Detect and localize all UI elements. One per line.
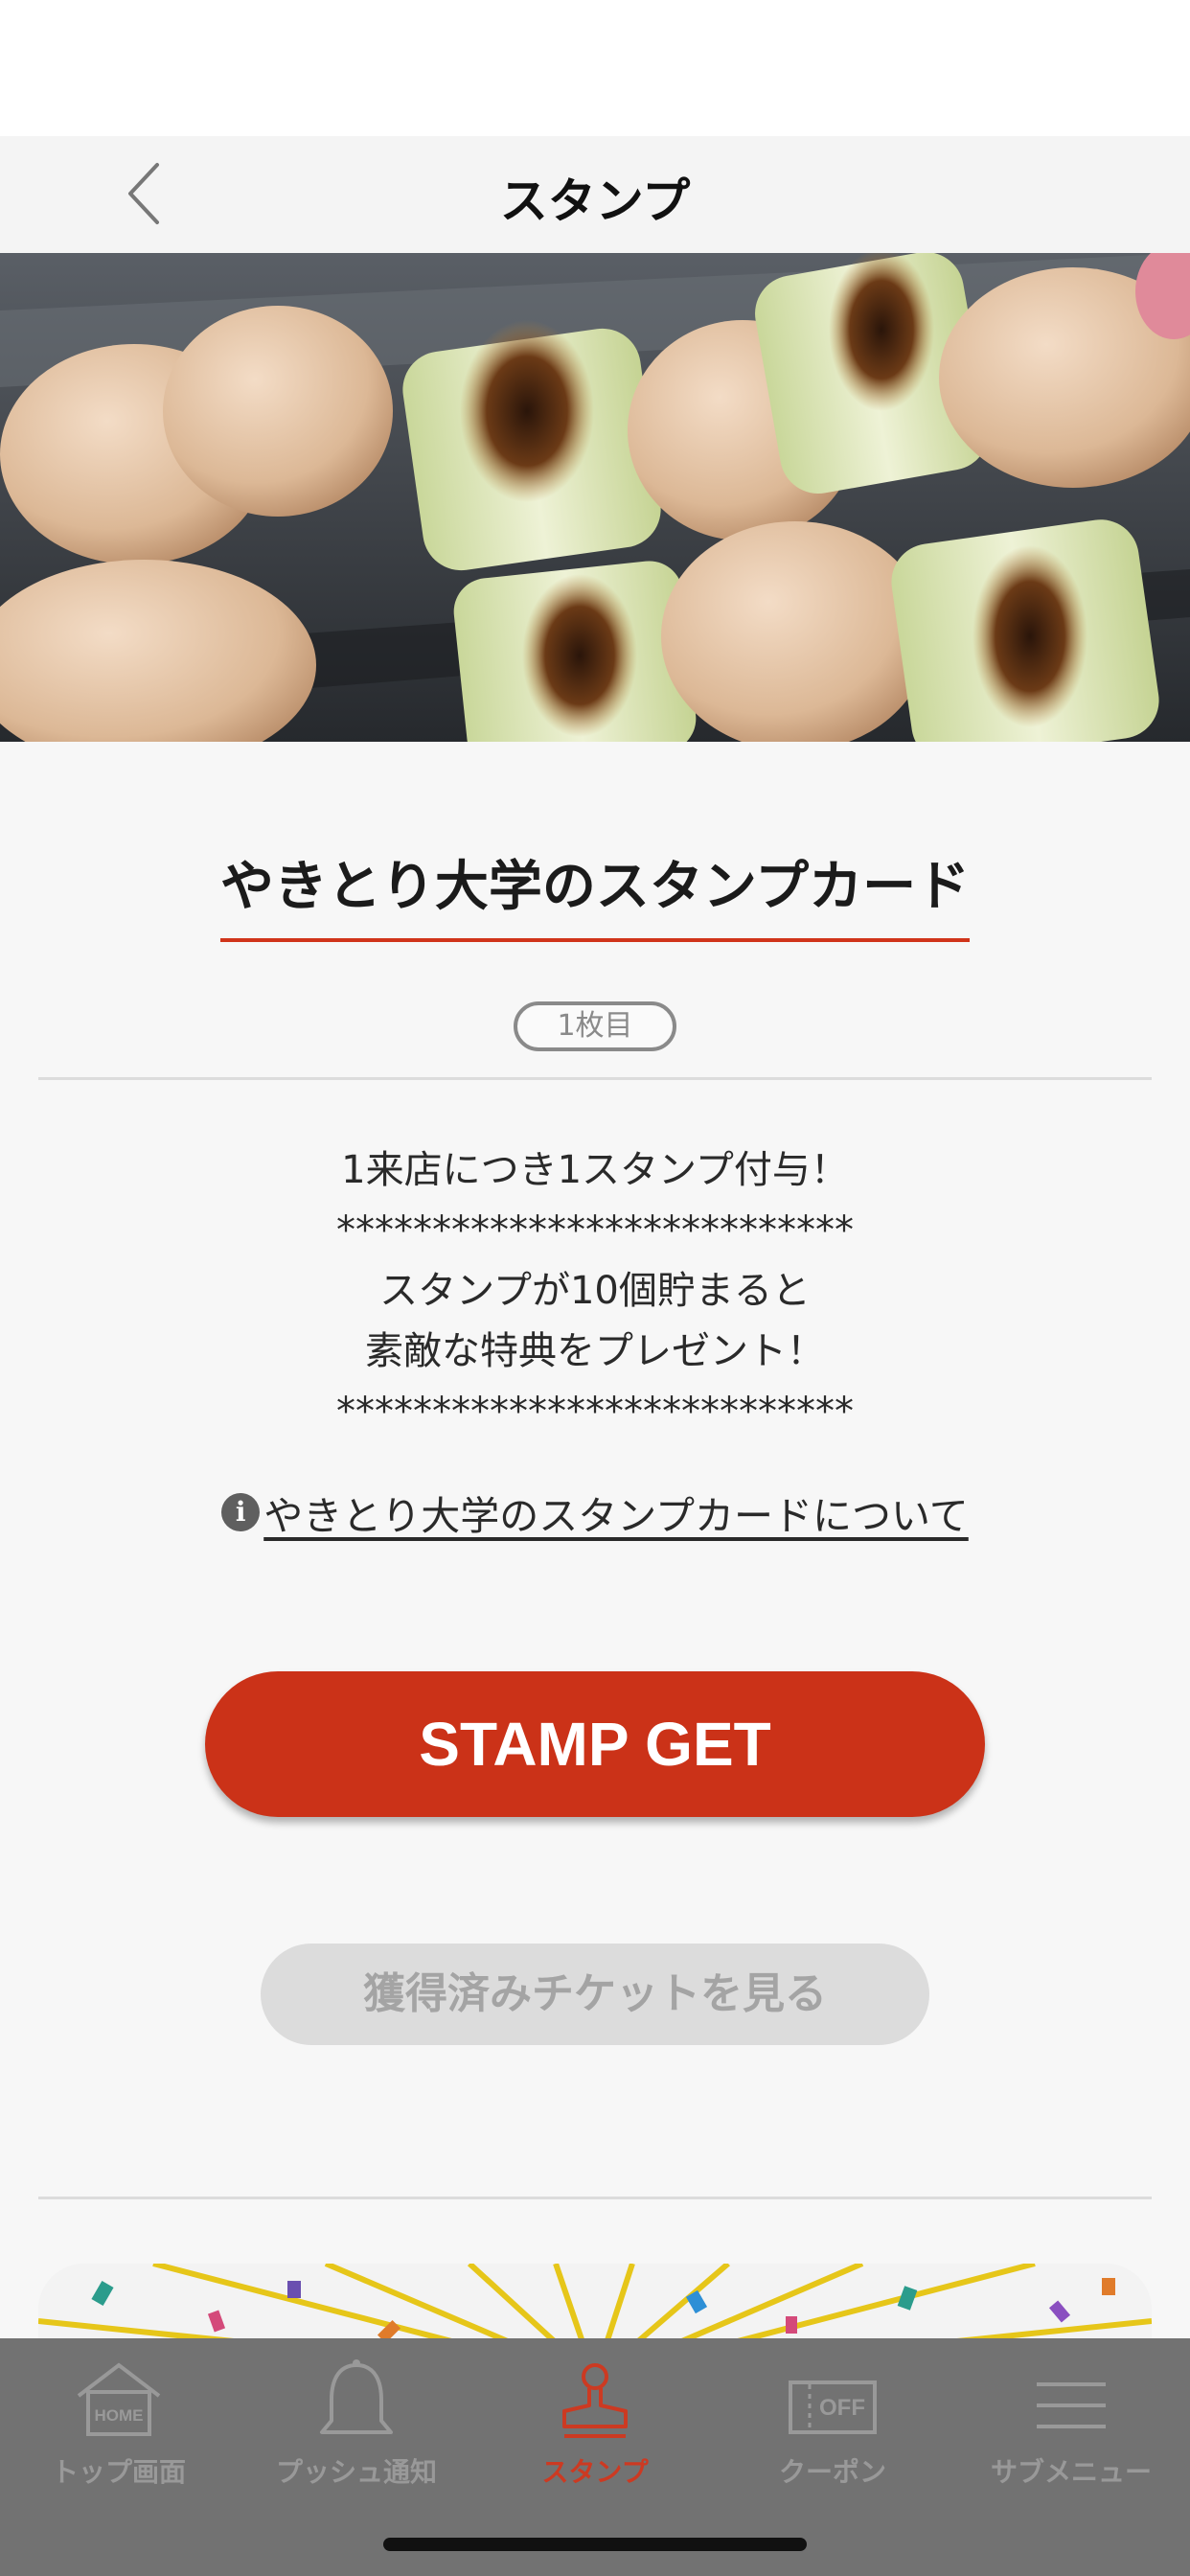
tab-push-notifications[interactable]: プッシュ通知 [238, 2338, 475, 2530]
sheet-number-badge: 1枚目 [514, 1001, 676, 1051]
about-link-text: やきとり大学のスタンプカードについて [263, 1493, 969, 1539]
stamp-icon [562, 2363, 628, 2438]
stamp-description: 1来店につき1スタンプ付与！ *************************… [0, 1140, 1190, 1442]
tab-label: クーポン [778, 2456, 886, 2488]
about-stamp-card-link[interactable]: i やきとり大学のスタンプカードについて [0, 1484, 1190, 1541]
home-indicator [383, 2538, 807, 2551]
status-bar [0, 0, 1190, 136]
menu-icon [1037, 2382, 1106, 2428]
stamp-get-button[interactable]: STAMP GET [205, 1671, 985, 1817]
svg-text:OFF: OFF [819, 2395, 865, 2421]
divider [38, 2196, 1152, 2199]
home-icon: HOME [77, 2362, 161, 2436]
page-title: スタンプ [499, 173, 691, 229]
hero-image [0, 253, 1190, 742]
tab-stamp[interactable]: スタンプ [476, 2338, 714, 2530]
divider [38, 1077, 1152, 1080]
tab-bar: HOME トップ画面 プッシュ通知 スタンプ OFF クーポン サブメニュー [0, 2338, 1190, 2576]
bell-icon [320, 2359, 393, 2434]
description-line: 1来店につき1スタンプ付与！ [341, 1148, 849, 1192]
tab-label: プッシュ通知 [275, 2456, 437, 2488]
tab-label: スタンプ [541, 2456, 649, 2488]
nav-bar: スタンプ [0, 136, 1190, 253]
description-line: *************************** [336, 1208, 854, 1253]
tab-submenu[interactable]: サブメニュー [952, 2338, 1190, 2530]
description-line: スタンプが10個貯まると [379, 1269, 811, 1313]
view-tickets-button[interactable]: 獲得済みチケットを見る [261, 1944, 929, 2045]
tab-coupon[interactable]: OFF クーポン [714, 2338, 951, 2530]
tab-label: サブメニュー [990, 2456, 1152, 2488]
description-line: *************************** [336, 1390, 854, 1434]
description-line: 素敵な特典をプレゼント！ [365, 1329, 825, 1373]
svg-text:HOME: HOME [95, 2406, 144, 2425]
coupon-icon: OFF [789, 2380, 877, 2434]
tab-home[interactable]: HOME トップ画面 [0, 2338, 238, 2530]
tab-label: トップ画面 [51, 2456, 186, 2488]
info-icon: i [221, 1493, 261, 1531]
stamp-card-title: やきとり大学のスタンプカード [219, 843, 971, 942]
